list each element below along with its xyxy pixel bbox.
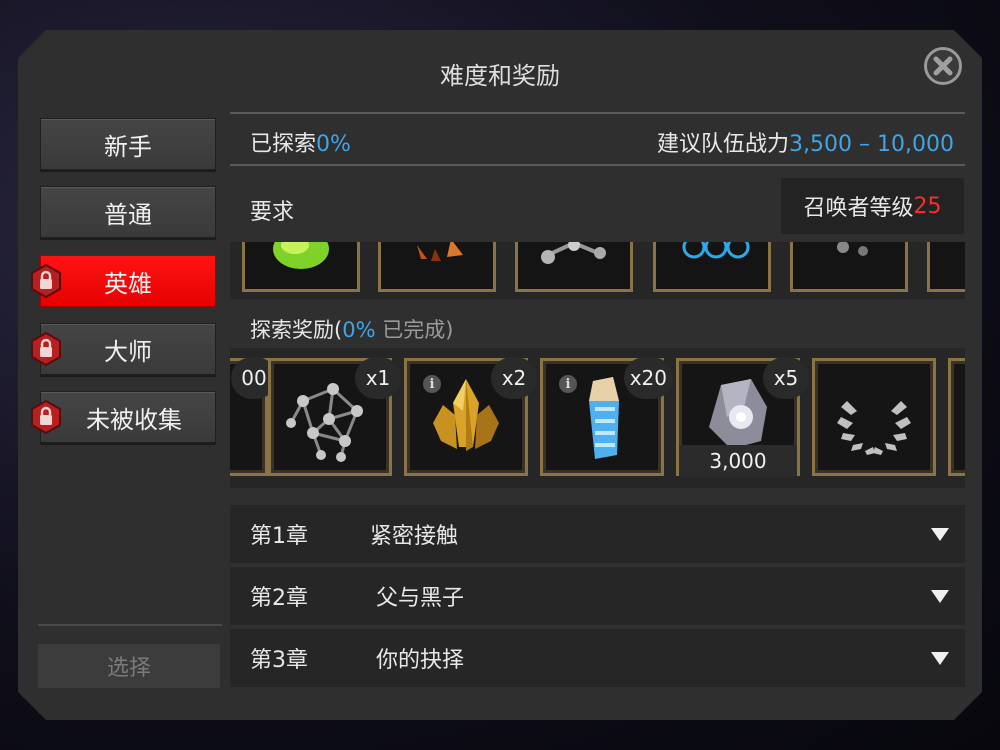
difficulty-normal-button[interactable]: 普通 — [40, 186, 216, 238]
difficulty-master-button[interactable]: 大师 — [31, 323, 216, 375]
blue-rings-icon — [682, 242, 750, 259]
reward-slot[interactable]: 00 — [230, 357, 277, 476]
chapter-name: 父与黑子 — [376, 586, 465, 611]
explored-progress: 已探索0% — [250, 126, 351, 158]
difficulty-heroic-button[interactable]: 英雄 — [31, 255, 216, 307]
explored-label: 已探索 — [250, 132, 317, 157]
grey-orb-icon — [837, 242, 868, 256]
requirements-strip[interactable] — [230, 242, 965, 299]
chapter-number: 第2章 — [250, 586, 308, 611]
requirement-slot[interactable] — [378, 242, 496, 292]
close-icon — [933, 56, 953, 76]
chapter-row[interactable]: 第1章 紧密接触 — [230, 505, 965, 563]
chapter-row[interactable]: 第3章 你的抉择 — [230, 629, 965, 687]
green-gem-icon — [273, 242, 329, 269]
exploration-rewards-label: 探索奖励(0% 已完成) — [250, 314, 453, 344]
reward-slot[interactable]: i x2 — [404, 357, 537, 476]
chapter-name: 你的抉择 — [376, 648, 465, 673]
summoner-level-requirement: 召唤者等级 25 — [781, 178, 964, 234]
chapter-name: 紧密接触 — [370, 524, 459, 549]
rewards-strip[interactable]: 00 x1 i x2 i x20 x5 3,000 — [230, 348, 965, 488]
difficulty-rewards-panel: 难度和奖励 新手 普通 英雄 大师 未被收集 选择 已探索0% 建议队伍战力3,… — [18, 30, 982, 720]
rewards-percent: 0% — [342, 318, 376, 342]
reward-amount: 3,000 — [679, 445, 797, 477]
laurel-wreath-icon — [837, 401, 911, 455]
reward-slot[interactable] — [812, 358, 936, 476]
chapter-row[interactable]: 第2章 父与黑子 — [230, 567, 965, 625]
difficulty-label: 普通 — [104, 200, 152, 229]
panel-title: 难度和奖励 — [440, 62, 560, 90]
difficulty-uncollected-button[interactable]: 未被收集 — [31, 391, 216, 443]
lock-icon — [31, 400, 61, 434]
orange-shard-icon — [417, 242, 463, 261]
requirement-slot[interactable] — [790, 242, 908, 292]
lock-icon — [31, 332, 61, 366]
reward-quantity: x20 — [623, 357, 673, 399]
dropdown-arrow-icon[interactable] — [931, 651, 949, 665]
summoner-level-label: 召唤者等级 — [803, 196, 914, 221]
divider — [230, 164, 965, 166]
difficulty-label: 未被收集 — [86, 405, 182, 434]
difficulty-label: 大师 — [104, 337, 152, 366]
rewards-label: 探索奖励( — [250, 318, 343, 342]
dropdown-arrow-icon[interactable] — [931, 589, 949, 603]
requirement-slot[interactable] — [242, 242, 360, 292]
reward-quantity: x1 — [355, 357, 401, 399]
difficulty-label: 新手 — [104, 132, 152, 161]
summoner-level-value: 25 — [913, 193, 942, 219]
reward-slot[interactable]: x5 3,000 — [676, 357, 809, 477]
difficulty-novice-button[interactable]: 新手 — [40, 118, 216, 170]
recommended-team-power: 建议队伍战力3,500 – 10,000 — [657, 126, 954, 158]
reward-slot[interactable]: x1 — [268, 357, 401, 476]
explored-value: 0% — [316, 132, 351, 157]
chapter-number: 第3章 — [250, 648, 308, 673]
lock-icon — [31, 264, 61, 298]
left-divider — [38, 624, 222, 626]
reward-slot[interactable] — [948, 358, 965, 476]
reward-quantity: x5 — [763, 357, 809, 399]
divider — [230, 112, 965, 114]
chapter-number: 第1章 — [250, 524, 308, 549]
requirement-slot[interactable] — [927, 242, 965, 292]
difficulty-label: 英雄 — [104, 269, 152, 298]
select-button[interactable]: 选择 — [38, 644, 220, 688]
close-button[interactable] — [924, 47, 962, 85]
requirement-slot[interactable] — [653, 242, 771, 292]
requirement-slot[interactable] — [515, 242, 633, 292]
dropdown-arrow-icon[interactable] — [931, 527, 949, 541]
select-label: 选择 — [106, 656, 151, 681]
requirements-label: 要求 — [250, 200, 295, 225]
team-power-value: 3,500 – 10,000 — [789, 132, 954, 157]
reward-quantity: x2 — [491, 357, 537, 399]
silver-molecule-icon — [541, 242, 606, 264]
rewards-suffix: 已完成) — [375, 318, 454, 342]
reward-slot[interactable]: i x20 — [540, 357, 673, 476]
team-power-label: 建议队伍战力 — [657, 132, 790, 157]
